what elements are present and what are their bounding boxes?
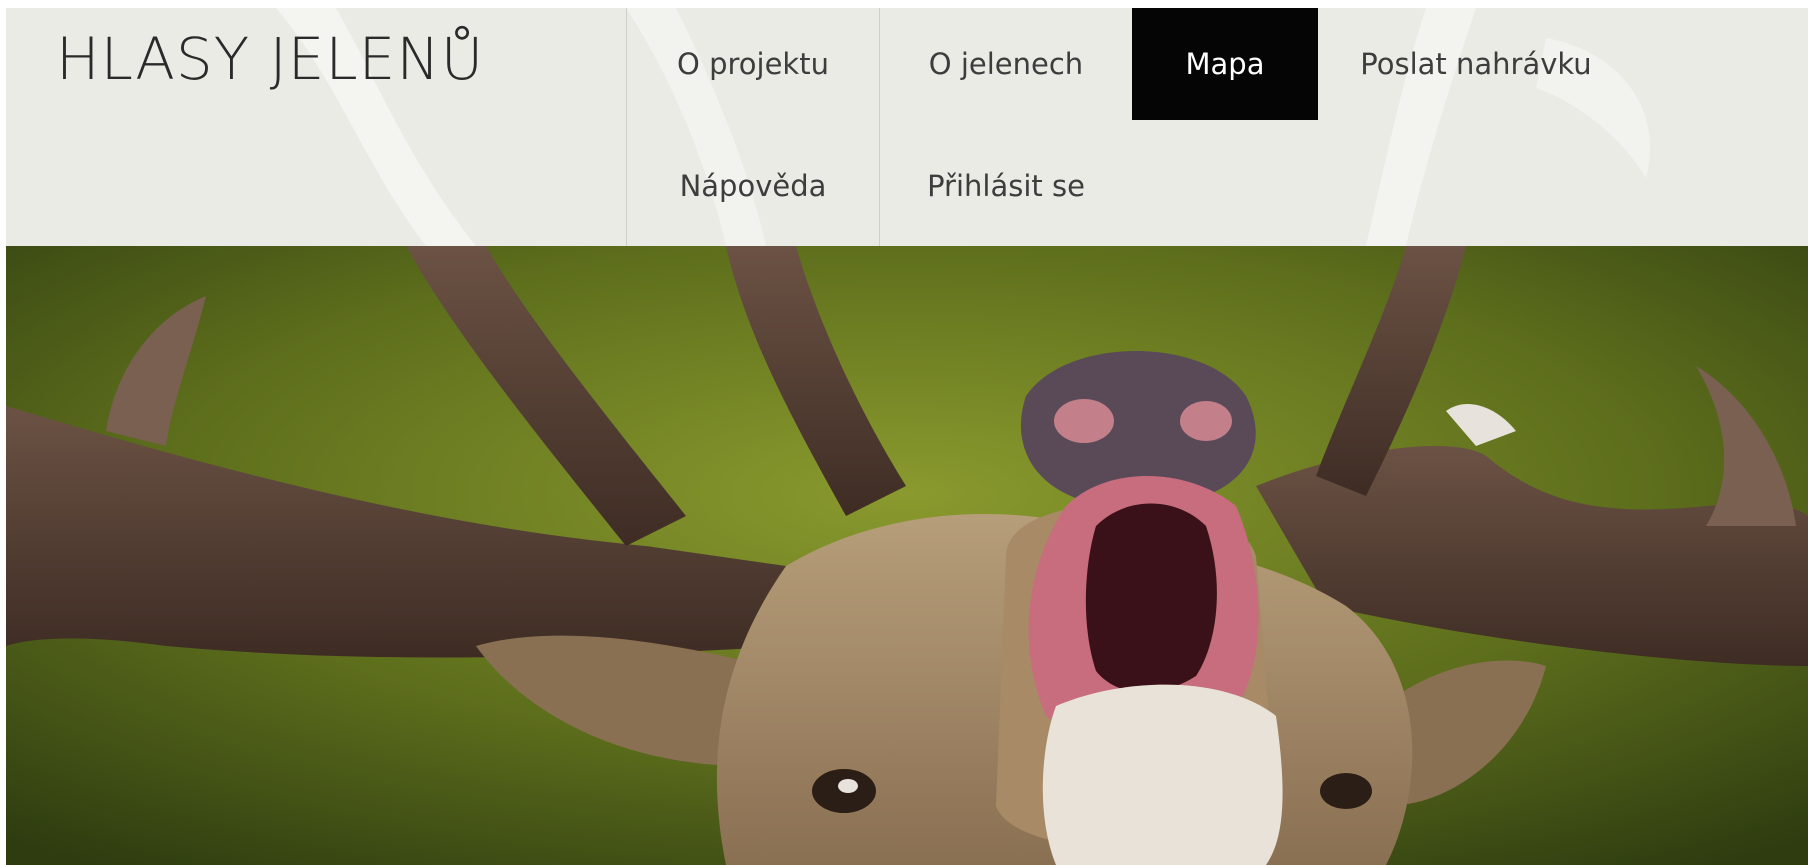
site-header: HLASY JELENŮ O projektu O jelenech Mapa … <box>6 8 1808 246</box>
nav-item-poslat-nahravku[interactable]: Poslat nahrávku <box>1326 8 1626 120</box>
site-title[interactable]: HLASY JELENŮ <box>56 30 484 88</box>
nav-item-o-jelenech[interactable]: O jelenech <box>881 8 1131 120</box>
nav-item-mapa[interactable]: Mapa <box>1132 8 1318 120</box>
nav-divider <box>626 8 627 246</box>
nav-item-napoveda[interactable]: Nápověda <box>628 130 878 242</box>
roaring-deer-image <box>6 246 1808 865</box>
nav-item-prihlasit-se[interactable]: Přihlásit se <box>881 130 1131 242</box>
nav-item-o-projektu[interactable]: O projektu <box>628 8 878 120</box>
nav-divider <box>879 8 880 246</box>
hero-banner <box>6 246 1808 865</box>
page: HLASY JELENŮ O projektu O jelenech Mapa … <box>6 8 1808 865</box>
